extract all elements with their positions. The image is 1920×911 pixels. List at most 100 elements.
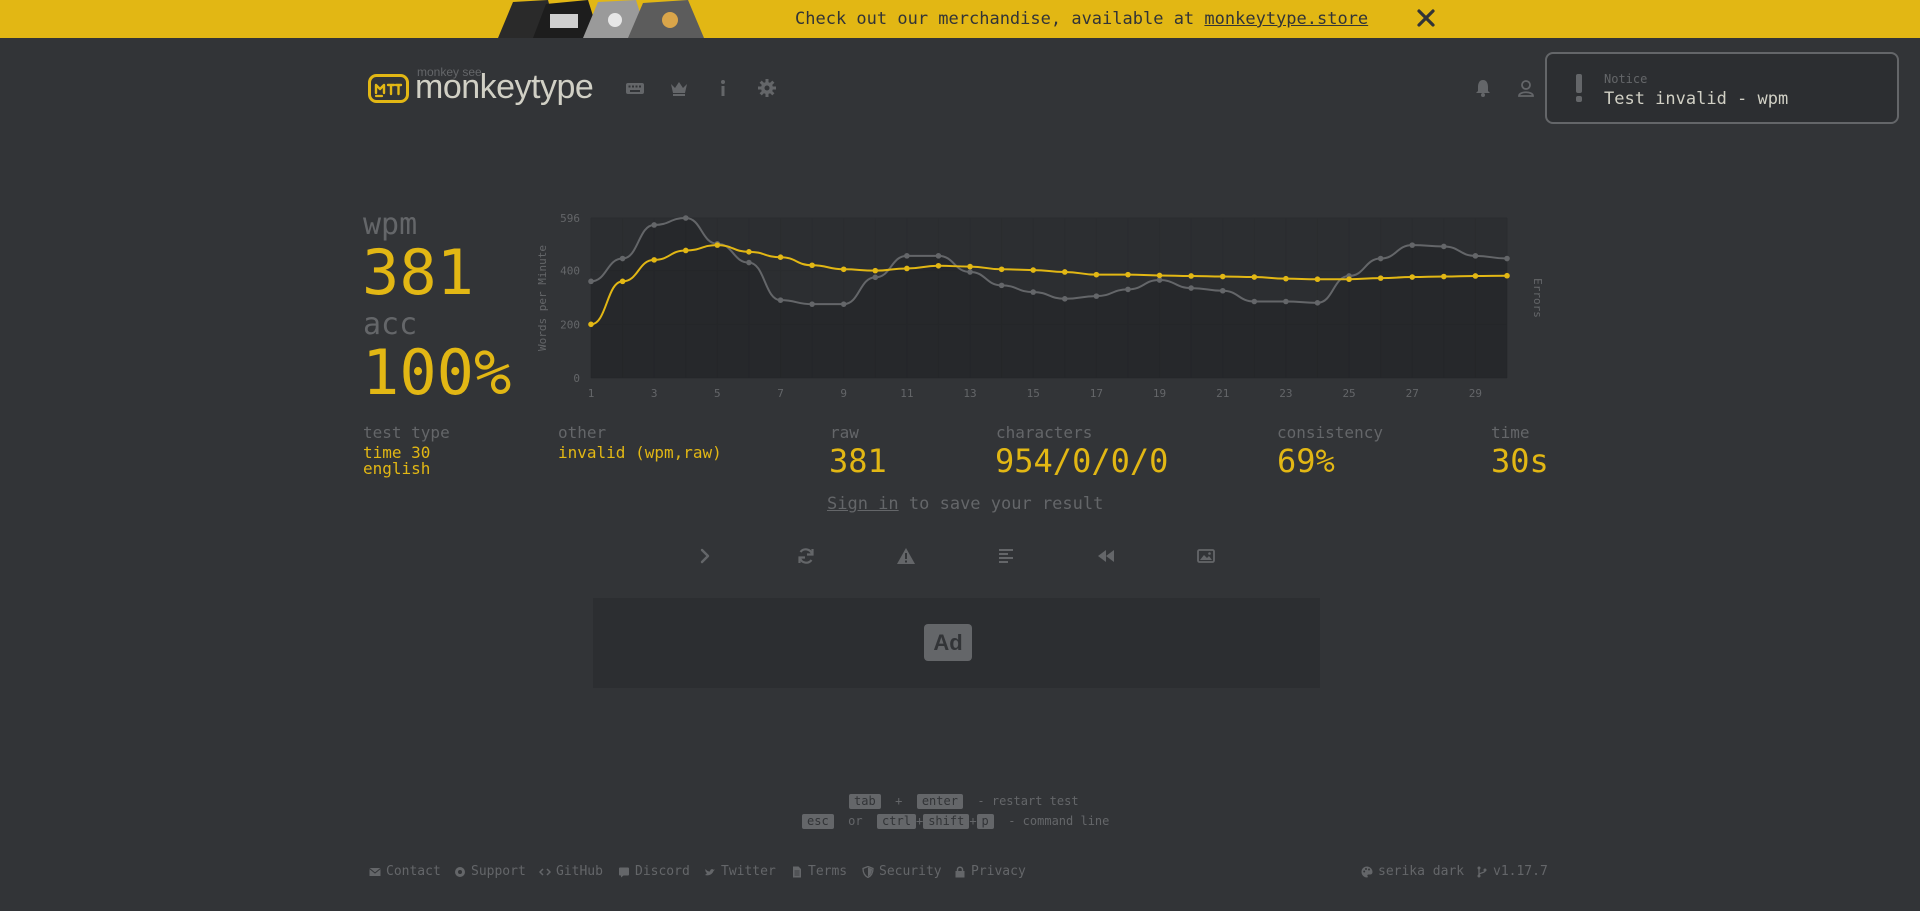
raw-series-point xyxy=(1314,300,1321,306)
close-icon[interactable] xyxy=(1415,7,1437,29)
characters-value: 954/0/0/0 xyxy=(995,442,1169,480)
shield-icon xyxy=(862,865,874,878)
x-tick-label: 3 xyxy=(651,387,658,400)
signin-prompt: Sign in to save your result xyxy=(827,494,1103,514)
logo[interactable]: monkey see monkeytype xyxy=(368,62,594,106)
footer-github-link[interactable]: GitHub xyxy=(539,864,603,879)
footer-terms-link[interactable]: Terms xyxy=(791,864,847,879)
footer-discord-link[interactable]: Discord xyxy=(618,864,690,879)
y-tick-label: 0 xyxy=(573,372,580,385)
footer-contact-label: Contact xyxy=(386,864,441,879)
envelope-icon xyxy=(369,867,381,876)
x-tick-label: 23 xyxy=(1279,387,1292,400)
plus-text: + xyxy=(915,814,924,828)
wpm-series-point xyxy=(998,266,1005,273)
x-tick-label: 5 xyxy=(714,387,721,400)
words-history-icon[interactable] xyxy=(996,546,1016,566)
banner-message: Check out our merchandise, available at … xyxy=(795,9,1368,29)
key-shift: shift xyxy=(923,814,970,829)
keyboard-icon[interactable] xyxy=(625,78,645,98)
wpm-series-point xyxy=(1188,273,1194,279)
raw-series-point xyxy=(682,215,689,221)
raw-series-point xyxy=(1061,296,1068,302)
wpm-series-point xyxy=(714,242,721,248)
raw-series-point xyxy=(1409,242,1416,248)
raw-series-point xyxy=(998,282,1005,289)
wpm-series-point xyxy=(1346,276,1352,283)
notice-toast[interactable]: Notice Test invalid - wpm xyxy=(1545,52,1899,124)
wpm-series-point xyxy=(1377,275,1384,281)
x-tick-label: 27 xyxy=(1406,387,1419,400)
footer-security-link[interactable]: Security xyxy=(862,864,942,879)
restart-icon[interactable] xyxy=(796,546,816,566)
raw-series-point xyxy=(651,222,657,228)
wpm-chart[interactable]: 0 200 400 596 1 3 5 7 9 11 13 15 17 19 21 23 25 27 29 Words… xyxy=(530,205,1550,410)
logo-tagline: monkey see xyxy=(417,65,482,79)
restart-shortcut-hint: tab + enter - restart test xyxy=(849,794,1079,809)
other-value: invalid (wpm,raw) xyxy=(558,443,722,462)
raw-series-point xyxy=(872,274,879,281)
test-type-language: english xyxy=(363,459,431,478)
signin-link[interactable]: Sign in xyxy=(827,494,899,514)
raw-series-point xyxy=(746,259,752,266)
merch-banner: Check out our merchandise, available at … xyxy=(0,0,1920,38)
y-axis-label: Words per Minute xyxy=(536,245,549,351)
x-tick-label: 1 xyxy=(588,387,595,400)
wpm-series-point xyxy=(904,265,910,272)
warning-icon[interactable] xyxy=(896,546,916,566)
gear-icon[interactable] xyxy=(757,78,777,98)
raw-series-point xyxy=(588,278,594,285)
test-type-label: test type xyxy=(363,423,450,442)
footer-privacy-label: Privacy xyxy=(971,864,1026,879)
wpm-series-point xyxy=(809,262,815,269)
replay-icon[interactable] xyxy=(1096,546,1116,566)
key-enter: enter xyxy=(916,794,963,809)
wpm-chart-svg: 02004005961 3 5 7 9 11 13 15 17 19 21 23 25 27 29Words… xyxy=(536,212,1544,400)
footer-version-link[interactable]: v1.17.7 xyxy=(1476,864,1548,879)
code-icon xyxy=(539,867,551,876)
y-tick-label: 400 xyxy=(560,265,580,278)
info-icon[interactable] xyxy=(713,78,733,98)
raw-series-point xyxy=(777,297,784,303)
y-tick-label: 200 xyxy=(560,318,580,331)
monkeytype-logo-icon xyxy=(368,74,409,103)
footer-twitter-link[interactable]: Twitter xyxy=(704,864,776,879)
wpm-series-point xyxy=(1219,273,1226,280)
characters-label: characters xyxy=(996,423,1093,442)
merch-store-link[interactable]: monkeytype.store xyxy=(1204,9,1368,29)
user-icon[interactable] xyxy=(1516,78,1536,98)
notice-title: Notice xyxy=(1604,72,1648,86)
next-test-icon[interactable] xyxy=(695,546,715,566)
crown-icon[interactable] xyxy=(669,78,689,98)
footer-privacy-link[interactable]: Privacy xyxy=(954,864,1026,879)
x-tick-label: 19 xyxy=(1153,387,1166,400)
bell-icon[interactable] xyxy=(1473,78,1493,98)
raw-series-point xyxy=(1283,298,1289,305)
raw-series-point xyxy=(1441,243,1447,250)
wpm-series-point xyxy=(746,249,752,255)
donate-icon xyxy=(455,866,465,877)
key-esc: esc xyxy=(802,814,834,829)
wpm-series-point xyxy=(1472,273,1479,279)
footer-contact-link[interactable]: Contact xyxy=(369,864,441,879)
footer-terms-label: Terms xyxy=(808,864,848,879)
wpm-series-point xyxy=(588,321,594,328)
wpm-series-point xyxy=(1251,274,1258,280)
signin-rest: to save your result xyxy=(898,494,1104,514)
footer-theme-link[interactable]: serika dark xyxy=(1361,864,1464,879)
x-tick-label: 13 xyxy=(963,387,976,400)
wpm-series-point xyxy=(967,263,973,270)
wpm-series-point xyxy=(935,262,942,269)
ad-placeholder[interactable]: Ad xyxy=(593,598,1320,688)
merchandise-shirts-image[interactable] xyxy=(488,0,714,38)
footer-version-label: v1.17.7 xyxy=(1493,864,1548,879)
key-ctrl: ctrl xyxy=(877,814,916,829)
raw-series-point xyxy=(1030,289,1037,295)
wpm-series-point xyxy=(619,278,626,285)
code-branch-icon xyxy=(1477,866,1487,877)
footer-support-link[interactable]: Support xyxy=(454,864,526,879)
file-icon xyxy=(793,866,801,877)
palette-icon xyxy=(1361,866,1373,877)
command-line-shortcut-hint: esc or ctrl + shift + p - command line xyxy=(802,814,1109,829)
screenshot-icon[interactable] xyxy=(1196,546,1216,566)
